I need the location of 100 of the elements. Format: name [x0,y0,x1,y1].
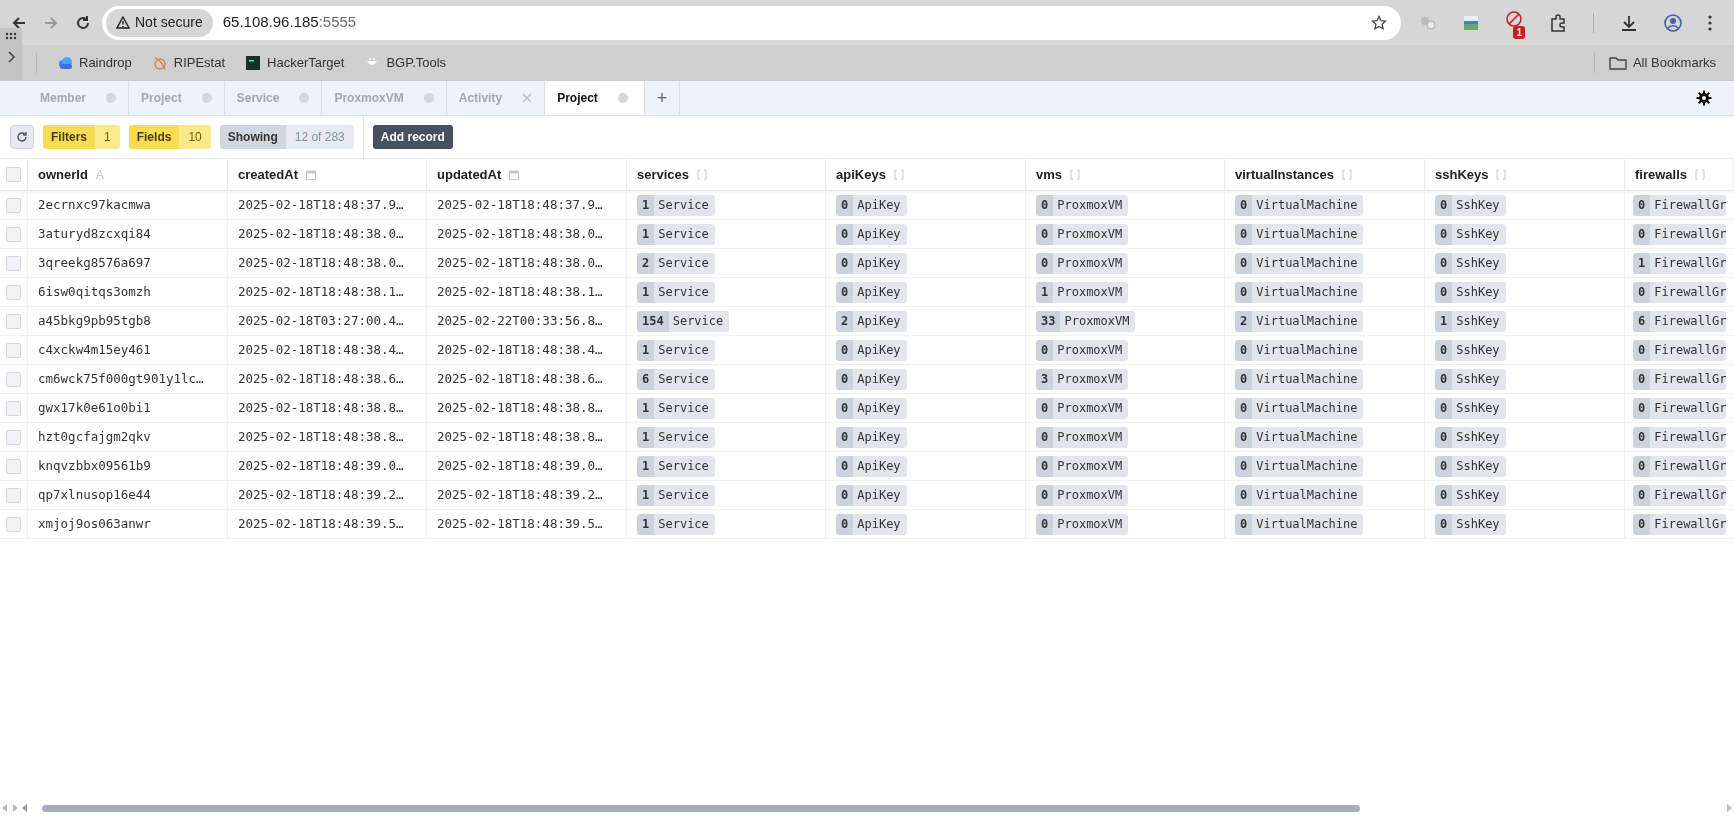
table-cell-text: 2ecrnxc97kacmwa [38,195,151,214]
table-cell-text: 2025-02-18T18:48:39.5… [238,514,404,533]
cloud-icon [57,54,73,71]
chevron-right-icon[interactable] [6,50,16,64]
bookmark-link[interactable]: Raindrop [57,52,132,73]
url-text: 65.108.96.185:5555 [222,12,358,33]
checkbox[interactable] [6,487,21,503]
table-cell-text: hzt0gcfajgm2qkv [38,427,151,446]
showing-button[interactable]: Showing 12 of 283 [219,125,354,149]
table-cell-text: knqvzbbx09561b9 [38,456,151,475]
table-cell-text: 2025-02-18T18:48:38.6… [238,369,404,388]
column-header[interactable]: firewalls [1625,158,1734,191]
table-cell-text: qp7xlnusop16e44 [38,485,151,504]
table-cell-text: 2025-02-18T18:48:38.1… [238,282,404,301]
list-type-icon [1070,169,1081,180]
checkbox[interactable] [6,255,21,271]
scroll-right-icon[interactable] [1726,804,1732,812]
all-bookmarks-link[interactable]: All Bookmarks [1608,52,1716,73]
table-cell-text: a45bkg9pb95tgb8 [38,311,151,330]
checkbox[interactable] [6,458,21,474]
table-cell-text: 6isw0qitqs3omzh [38,282,151,301]
add-record-button[interactable]: Add record [372,125,453,149]
checkbox[interactable] [6,342,21,358]
list-type-icon [1695,169,1706,180]
table-cell-text: 2025-02-18T18:48:37.9… [437,195,603,214]
menu-icon[interactable] [1708,14,1712,31]
reload-icon[interactable] [75,14,91,31]
close-icon[interactable] [522,93,533,103]
tab[interactable]: Project [545,81,645,115]
list-type-icon [697,169,708,180]
checkbox[interactable] [6,197,21,213]
checkbox[interactable] [6,371,21,387]
swirl-icon [151,54,168,71]
extension-icon[interactable] [1505,10,1523,28]
table-cell-text: 2025-02-18T18:48:38.0… [437,253,603,272]
table-cell-text: 2025-02-18T18:48:39.5… [437,514,603,533]
bookmark-link[interactable]: BGP.Tools [364,52,447,73]
checkbox[interactable] [6,516,21,532]
column-header[interactable]: createdAt [228,158,427,191]
table-cell-text: 2025-02-18T18:48:38.4… [238,340,404,359]
scroll-right-icon[interactable] [12,804,18,812]
table-cell-text: 2025-02-18T18:48:38.8… [238,398,404,417]
table-cell-text: 2025-02-18T18:48:39.2… [238,485,404,504]
list-type-icon [893,169,904,180]
table-cell-text: 3qreekg8576a697 [38,253,151,272]
table-cell-text: 2025-02-18T18:48:39.0… [238,456,404,475]
column-header[interactable]: vms [1026,158,1225,191]
checkbox[interactable] [6,226,21,242]
puzzle-icon[interactable] [1549,13,1567,32]
new-tab-button[interactable]: + [644,81,681,115]
column-header[interactable]: ownerId A [28,158,228,191]
table-cell-text: 2025-02-18T18:48:39.0… [437,456,603,475]
refresh-button[interactable] [10,125,34,149]
star-icon[interactable] [1371,14,1387,31]
table-cell-text: 2025-02-18T18:48:38.8… [238,427,404,446]
table-cell-text: 2025-02-18T18:48:38.8… [437,427,603,446]
checkbox[interactable] [6,167,21,182]
address-bar[interactable]: Not secure 65.108.96.185:5555 [102,5,1401,40]
apps-icon[interactable] [5,32,17,40]
checkbox[interactable] [6,313,21,329]
table-cell-text: 2025-02-18T18:48:38.6… [437,369,603,388]
column-header[interactable]: apiKeys [826,158,1026,191]
forward-icon[interactable] [43,14,59,31]
checkbox[interactable] [6,284,21,300]
fields-button[interactable]: Fields 10 [128,125,211,149]
bookmark-link[interactable]: RIPEstat [151,52,226,73]
checkbox[interactable] [6,400,21,416]
notification-badge: 1 [1513,26,1525,39]
checkbox[interactable] [6,429,21,445]
table-cell-text: 2025-02-18T03:27:00.4… [238,311,404,330]
table-cell-text: 2025-02-18T18:48:37.9… [238,195,404,214]
scrollbar-thumb[interactable] [42,805,1360,812]
download-icon[interactable] [1620,13,1638,32]
bookmark-link[interactable]: HackerTarget [245,52,345,73]
column-header[interactable]: updatedAt [427,158,627,191]
table-cell-text: 2025-02-18T18:48:38.0… [238,253,404,272]
scroll-left-icon[interactable] [22,804,28,812]
table-cell-text: 2025-02-18T18:48:39.2… [437,485,603,504]
settings-icon[interactable] [1696,90,1712,106]
table-cell-text: 2025-02-18T18:48:38.0… [437,224,603,243]
list-type-icon [1342,169,1352,180]
table-cell-text: xmjoj9os063anwr [38,514,151,533]
column-header[interactable]: virtualInstances [1225,158,1425,191]
scroll-left-icon[interactable] [2,804,8,812]
table-cell-text: 2025-02-18T18:48:38.8… [437,398,603,417]
back-icon[interactable] [11,14,27,31]
terminal-icon [245,54,262,71]
column-header[interactable]: services [627,158,826,191]
extension-icon[interactable] [1463,14,1479,31]
table-cell-text: 2025-02-18T18:48:38.1… [437,282,603,301]
security-chip[interactable]: Not secure [106,8,213,37]
refresh-icon [16,131,28,143]
list-type-icon [1496,169,1507,180]
extension-icon[interactable] [1419,14,1437,31]
table-cell-text: c4xckw4m15ey461 [38,340,151,359]
folder-icon [1608,54,1627,71]
column-header[interactable]: sshKeys [1425,158,1625,191]
table-cell-text: 2025-02-22T00:33:56.8… [437,311,603,330]
profile-icon[interactable] [1664,13,1682,32]
filters-button[interactable]: Filters 1 [43,125,120,149]
